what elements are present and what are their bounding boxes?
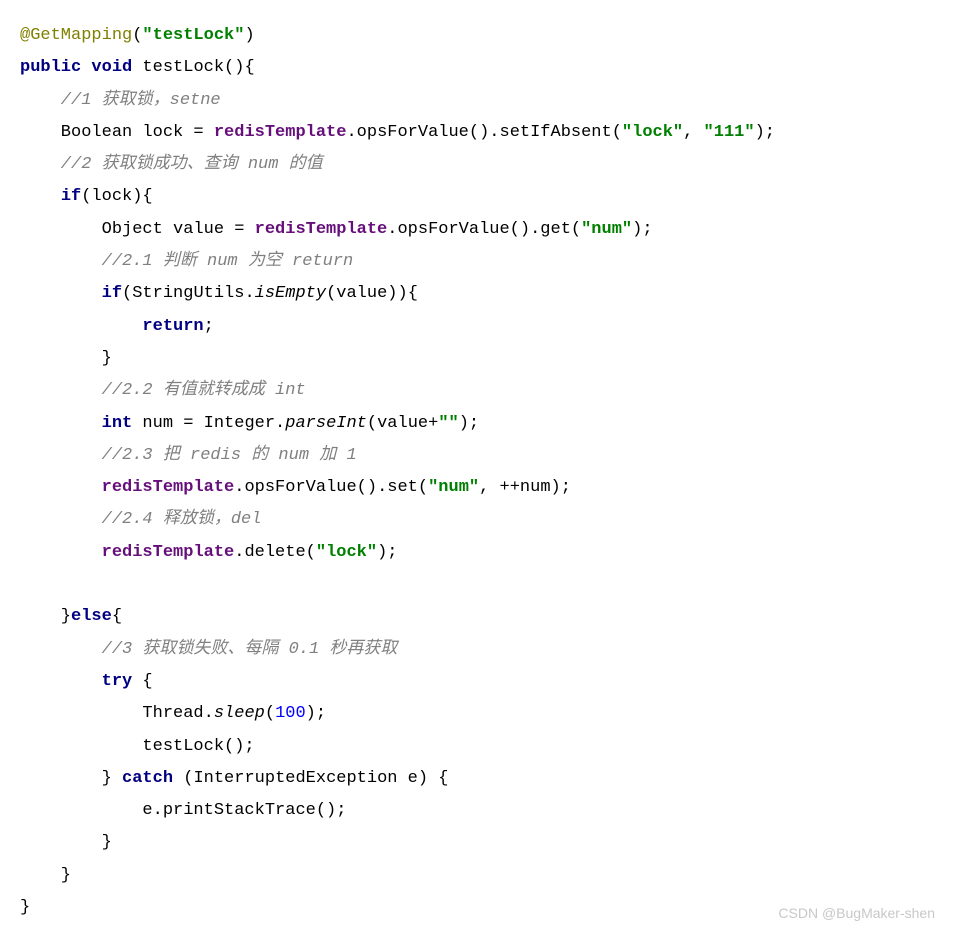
comment-token: //3 获取锁失败、每隔 0.1 秒再获取 [20,640,397,659]
text: , ++num); [479,478,571,497]
static-call-token: sleep [214,704,265,723]
punct: ( [132,26,142,45]
text: ( [265,704,275,723]
comment-token: //2.4 释放锁，del [20,510,261,529]
text: testLock(); [20,737,255,756]
text: { [132,672,152,691]
text [20,284,102,303]
static-call-token: parseInt [285,414,367,433]
keyword-token: int [102,414,133,433]
text: } [20,769,122,788]
text: { [112,607,122,626]
text [20,543,102,562]
text [20,672,102,691]
text: testLock(){ [132,58,254,77]
field-token: redisTemplate [102,478,235,497]
text: .opsForValue().set( [234,478,428,497]
string-token: "lock" [622,123,683,142]
text: } [20,898,30,917]
text: ); [377,543,397,562]
comment-token: //1 获取锁，setne [20,91,221,110]
number-token: 100 [275,704,306,723]
text: (InterruptedException e) { [173,769,448,788]
punct: ) [244,26,254,45]
text: ); [632,220,652,239]
text: } [20,866,71,885]
keyword-token: else [71,607,112,626]
keyword-token: void [91,58,132,77]
text [20,414,102,433]
field-token: redisTemplate [255,220,388,239]
watermark-text: CSDN @BugMaker-shen [778,900,935,927]
text: .delete( [234,543,316,562]
string-token: "num" [581,220,632,239]
string-token: "num" [428,478,479,497]
static-call-token: isEmpty [255,284,326,303]
text: Thread. [20,704,214,723]
field-token: redisTemplate [102,543,235,562]
text: .opsForValue().setIfAbsent( [346,123,621,142]
text: .opsForValue().get( [387,220,581,239]
text: } [20,349,112,368]
text: ); [306,704,326,723]
text [20,317,142,336]
comment-token: //2.3 把 redis 的 num 加 1 [20,446,357,465]
text: (value)){ [326,284,418,303]
keyword-token: try [102,672,133,691]
string-token: "testLock" [142,26,244,45]
comment-token: //2 获取锁成功、查询 num 的值 [20,155,323,174]
keyword-token: public [20,58,81,77]
text: } [20,607,71,626]
string-token: "" [438,414,458,433]
keyword-token: if [102,284,122,303]
text: ); [459,414,479,433]
text: (StringUtils. [122,284,255,303]
text: (lock){ [81,187,152,206]
space [81,58,91,77]
text: , [683,123,703,142]
string-token: "111" [704,123,755,142]
comment-token: //2.1 判断 num 为空 return [20,252,353,271]
comment-token: //2.2 有值就转成成 int [20,381,306,400]
keyword-token: return [142,317,203,336]
keyword-token: catch [122,769,173,788]
annotation-token: @GetMapping [20,26,132,45]
string-token: "lock" [316,543,377,562]
code-block: @GetMapping("testLock") public void test… [20,20,935,924]
text [20,187,61,206]
text: num = Integer. [132,414,285,433]
text [20,478,102,497]
text: ); [755,123,775,142]
text: (value+ [367,414,438,433]
text: Boolean lock = [20,123,214,142]
text: } [20,833,112,852]
text: Object value = [20,220,255,239]
keyword-token: if [61,187,81,206]
text: ; [204,317,214,336]
text: e.printStackTrace(); [20,801,346,820]
field-token: redisTemplate [214,123,347,142]
